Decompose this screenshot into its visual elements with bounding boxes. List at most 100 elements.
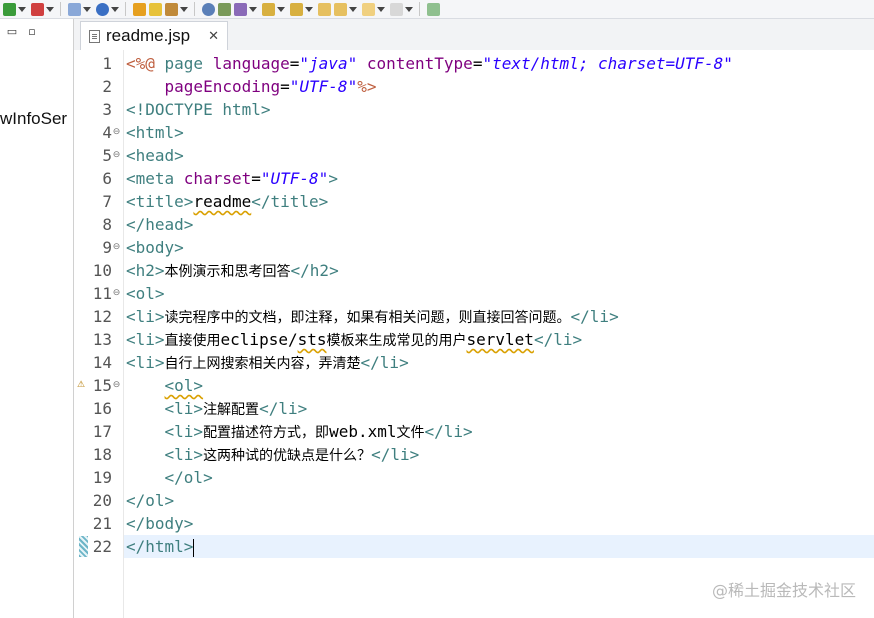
chevron-down-icon[interactable] (349, 6, 357, 12)
save-button[interactable] (234, 1, 259, 17)
code-line[interactable]: <ol> (126, 282, 165, 305)
warning-icon[interactable]: ⚠ (77, 380, 87, 390)
code-token: <li> (164, 422, 204, 441)
new-file-icon (133, 2, 146, 16)
code-token: <li> (126, 307, 165, 326)
code-line[interactable]: <li>自行上网搜索相关内容，弄清楚</li> (126, 351, 409, 374)
line-number: 14 (92, 353, 112, 372)
code-token: readme (193, 192, 252, 211)
forward-arrow-icon (390, 2, 403, 16)
code-line[interactable]: <!DOCTYPE html> (126, 98, 271, 121)
code-text-area[interactable]: <%@ page language="java" contentType="te… (123, 50, 874, 618)
fold-toggle-icon[interactable]: ⊖ (112, 282, 121, 305)
code-line[interactable]: <li>直接使用eclipse/sts模板来生成常见的用户servlet</li… (126, 328, 582, 351)
chevron-down-icon[interactable] (405, 6, 413, 12)
code-line[interactable]: <head> (126, 144, 184, 167)
maximize-icon[interactable]: ▫ (24, 23, 40, 39)
back-arrow-button[interactable] (362, 1, 387, 17)
new-file-button[interactable] (133, 1, 146, 17)
code-token: <li> (164, 445, 204, 464)
line-number: 5 (102, 146, 112, 165)
chevron-down-icon[interactable] (83, 6, 91, 12)
code-line[interactable]: </head> (126, 213, 193, 236)
code-token: <h2> (126, 261, 165, 280)
close-icon[interactable]: ✕ (208, 29, 219, 44)
code-token: = (289, 54, 300, 73)
code-line[interactable]: <li>这两种试的优缺点是什么？</li> (126, 443, 420, 466)
globe-icon (96, 2, 109, 16)
forward-arrow-button[interactable] (390, 1, 415, 17)
code-line[interactable]: </body> (126, 512, 193, 535)
code-token: <title> (126, 192, 194, 211)
tree-item[interactable]: wInfoSer (0, 109, 67, 129)
code-token: 读完程序中的文档，即注释，如果有相关问题，则直接回答问题。 (164, 310, 571, 326)
code-line[interactable]: <html> (126, 121, 184, 144)
line-number: 16 (92, 399, 112, 418)
code-line[interactable]: <meta charset="UTF-8"> (126, 167, 338, 190)
editor-tab-strip: readme.jsp ✕ (74, 19, 874, 50)
line-number: 17 (92, 422, 112, 441)
line-number: 10 (92, 261, 112, 280)
back-button[interactable] (318, 1, 331, 17)
prev-annotation-button[interactable] (290, 1, 315, 17)
code-token: "UTF-8" (260, 169, 329, 188)
code-token: = (472, 54, 483, 73)
code-line[interactable]: <body> (126, 236, 184, 259)
code-line[interactable]: <li>注解配置</li> (126, 397, 308, 420)
debug-button[interactable] (31, 1, 56, 17)
code-line[interactable]: </ol> (126, 489, 174, 512)
left-panel-header: ▭ ▫ (0, 19, 73, 43)
left-view-panel: ▭ ▫ wInfoSer (0, 19, 74, 618)
chevron-down-icon[interactable] (277, 6, 285, 12)
fold-toggle-icon[interactable]: ⊖ (112, 236, 121, 259)
next-annotation-button[interactable] (262, 1, 287, 17)
search-button[interactable] (202, 1, 215, 17)
chevron-down-icon[interactable] (377, 6, 385, 12)
code-line[interactable]: <h2>本例演示和思考回答</h2> (126, 259, 339, 282)
chevron-down-icon[interactable] (46, 6, 54, 12)
refactor-button[interactable] (218, 1, 231, 17)
code-token: <ol> (164, 376, 204, 395)
code-editor[interactable]: 1 2 3 4 ⊖ 5 ⊖ 6 7 8 9 ⊖ 10 11 ⊖ 12 13 14 15 ⊖ ⚠ 16 17 18 19 20 21 2… (74, 50, 874, 618)
chevron-down-icon[interactable] (18, 6, 26, 12)
run-button[interactable] (3, 1, 28, 17)
new-server-button[interactable] (68, 1, 93, 17)
code-line[interactable]: <%@ page language="java" contentType="te… (126, 52, 733, 75)
fold-toggle-icon[interactable]: ⊖ (112, 144, 121, 167)
code-line[interactable]: <ol> (126, 374, 204, 397)
globe-button[interactable] (96, 1, 121, 17)
code-line[interactable]: <title>readme</title> (126, 190, 328, 213)
tools-button[interactable] (165, 1, 190, 17)
chevron-down-icon[interactable] (249, 6, 257, 12)
code-token: </li> (360, 353, 409, 372)
chevron-down-icon[interactable] (111, 6, 119, 12)
code-line[interactable]: </ol> (126, 466, 213, 489)
code-line[interactable]: pageEncoding="UTF-8"%> (126, 75, 377, 98)
code-line[interactable]: <li>读完程序中的文档，即注释，如果有相关问题，则直接回答问题。</li> (126, 305, 619, 328)
line-number-gutter: 1 2 3 4 ⊖ 5 ⊖ 6 7 8 9 ⊖ 10 11 ⊖ 12 13 14 15 ⊖ ⚠ 16 17 18 19 20 21 2… (74, 50, 122, 618)
chevron-down-icon[interactable] (305, 6, 313, 12)
fold-toggle-icon[interactable]: ⊖ (112, 121, 121, 144)
tab-readme[interactable]: readme.jsp ✕ (80, 21, 228, 50)
minimize-icon[interactable]: ▭ (4, 23, 20, 39)
code-line[interactable]: <li>配置描述符方式，即web.xml文件</li> (126, 420, 473, 443)
line-number: 22 (92, 537, 112, 556)
code-token: </ol> (126, 491, 175, 510)
debug-icon (31, 2, 44, 16)
open-folder-button[interactable] (149, 1, 162, 17)
forward-icon (334, 2, 347, 16)
code-token: <html> (126, 123, 184, 142)
code-line[interactable]: </html> (126, 535, 195, 558)
code-token: sts (297, 330, 327, 349)
pin-editor-button[interactable] (427, 1, 440, 17)
code-token: eclipse/ (220, 330, 298, 349)
line-number: 19 (92, 468, 112, 487)
fold-toggle-icon[interactable]: ⊖ (112, 374, 121, 397)
next-annotation-icon (262, 2, 275, 16)
chevron-down-icon[interactable] (180, 6, 188, 12)
forward-button[interactable] (334, 1, 359, 17)
code-token: </li> (570, 307, 619, 326)
code-token: 自行上网搜索相关内容，弄清楚 (164, 356, 361, 372)
